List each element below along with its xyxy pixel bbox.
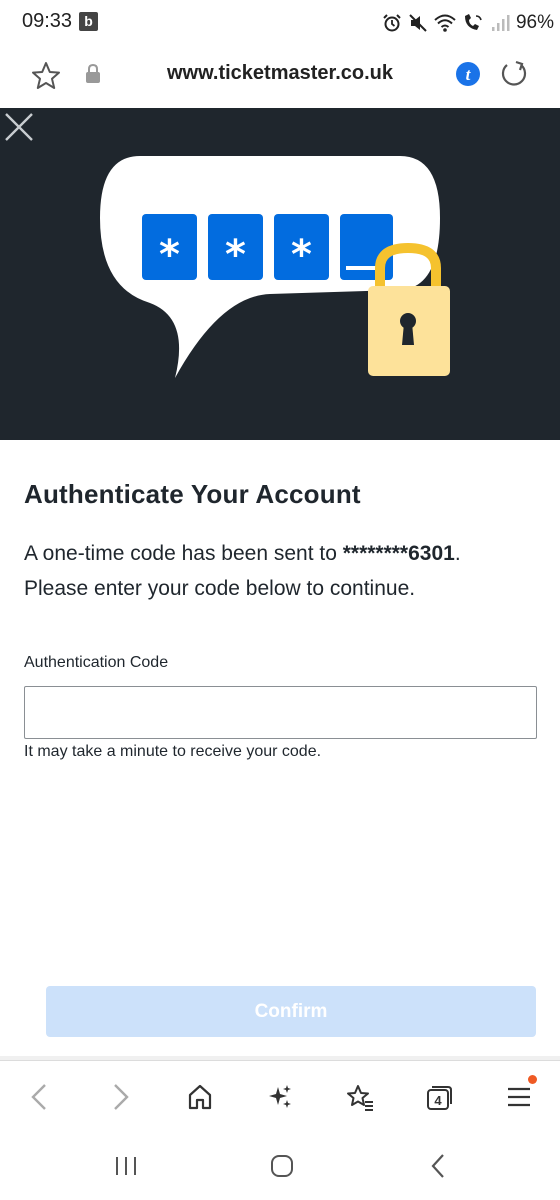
hero-code-char-2: * xyxy=(225,232,246,278)
helper-text: It may take a minute to receive your cod… xyxy=(24,743,322,760)
sparkle-icon xyxy=(269,1085,291,1108)
lock-icon xyxy=(86,64,100,83)
browser-toolbar: 4 xyxy=(0,1060,560,1132)
masked-phone: ********6301 xyxy=(342,542,455,565)
mute-icon xyxy=(409,14,427,32)
status-time: 09:33 xyxy=(22,10,73,32)
auth-code-label: Authentication Code xyxy=(24,654,169,671)
wifi-icon xyxy=(434,14,456,32)
status-icons: 96% xyxy=(382,10,554,36)
tabs-count: 4 xyxy=(434,1093,442,1108)
auth-code-input[interactable] xyxy=(24,686,537,739)
home-button-icon xyxy=(271,1155,293,1177)
hero-banner: * * * xyxy=(0,108,560,440)
star-icon[interactable] xyxy=(30,60,62,92)
wifi-call-icon xyxy=(464,14,482,30)
menu-icon xyxy=(508,1087,530,1107)
status-bar: 09:33 b 96% xyxy=(0,0,560,46)
hero-code-char-1: * xyxy=(159,232,180,278)
hero-code-char-3: * xyxy=(291,232,312,278)
nav-back-icon xyxy=(431,1154,444,1178)
menu-button[interactable] xyxy=(501,1075,537,1115)
tabs-icon: 4 xyxy=(427,1086,452,1110)
notification-badge-icon: b xyxy=(79,12,98,31)
alarm-icon xyxy=(383,14,401,32)
description-suffix: . xyxy=(454,542,461,565)
reload-icon[interactable] xyxy=(499,59,529,89)
menu-notification-dot xyxy=(528,1075,537,1084)
system-nav-bar xyxy=(0,1132,560,1200)
password-bubble-illustration: * * * xyxy=(100,156,450,378)
home-button[interactable] xyxy=(182,1079,218,1115)
back-icon xyxy=(31,1084,46,1110)
system-home-button[interactable] xyxy=(262,1150,302,1182)
recents-icon xyxy=(116,1157,136,1175)
recents-button[interactable] xyxy=(106,1150,146,1182)
close-icon[interactable] xyxy=(0,108,38,146)
back-button[interactable] xyxy=(21,1079,57,1115)
url-bar: www.ticketmaster.co.uk t xyxy=(0,46,560,108)
bookmarks-button[interactable] xyxy=(342,1079,378,1115)
tabs-button[interactable]: 4 xyxy=(421,1079,457,1115)
home-icon xyxy=(188,1084,212,1110)
description: A one-time code has been sent to *******… xyxy=(24,536,540,606)
battery-level: 96% xyxy=(515,12,554,33)
bookmarks-icon xyxy=(347,1085,373,1111)
signal-icon xyxy=(491,15,510,31)
description-prefix: A one-time code has been sent to xyxy=(24,542,343,565)
forward-icon xyxy=(114,1084,129,1110)
assistant-button[interactable] xyxy=(262,1079,298,1115)
page-title: Authenticate Your Account xyxy=(24,479,361,509)
system-back-button[interactable] xyxy=(418,1150,458,1182)
confirm-button[interactable]: Confirm xyxy=(46,986,536,1037)
auth-content: Authenticate Your Account A one-time cod… xyxy=(24,478,540,606)
extension-icon[interactable]: t xyxy=(455,61,481,87)
forward-button[interactable] xyxy=(103,1079,139,1115)
url-text[interactable]: www.ticketmaster.co.uk xyxy=(120,62,440,85)
description-line2: Please enter your code below to continue… xyxy=(24,577,416,600)
